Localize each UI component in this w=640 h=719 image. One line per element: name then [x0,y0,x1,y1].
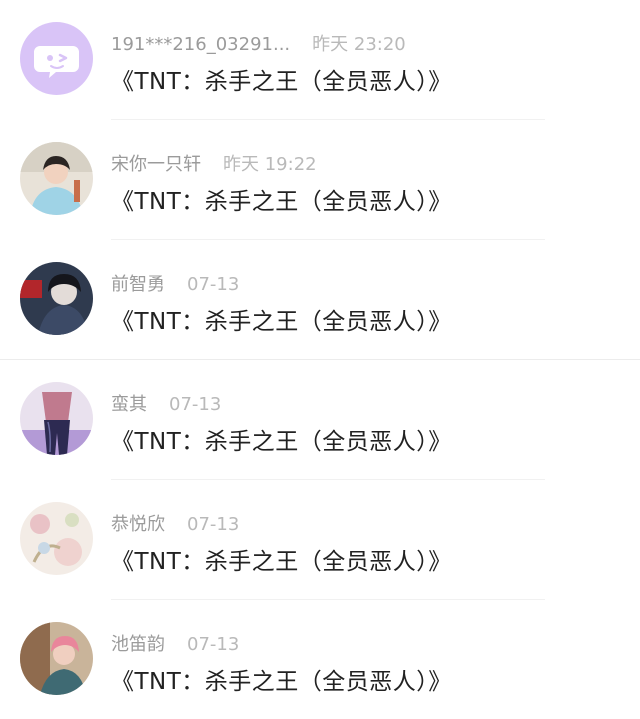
user-name[interactable]: 191***216_03291... [111,34,290,55]
timestamp: 07-13 [187,514,240,535]
avatar[interactable] [20,622,93,695]
message-text: 《TNT：杀手之王（全员恶人）》 [111,549,452,575]
avatar[interactable] [20,502,93,575]
list-item[interactable]: 宋你一只轩 昨天 19:22 《TNT：杀手之王（全员恶人）》 [0,120,640,240]
user-name[interactable]: 蛮其 [111,394,147,415]
timestamp: 07-13 [187,274,240,295]
avatar[interactable] [20,22,93,95]
user-photo [20,502,93,575]
message-text: 《TNT：杀手之王（全员恶人）》 [111,189,452,215]
user-photo [20,382,93,455]
timestamp: 昨天 23:20 [312,34,406,55]
comment-list: 191***216_03291... 昨天 23:20 《TNT：杀手之王（全员恶… [0,0,640,719]
list-item[interactable]: 前智勇 07-13 《TNT：杀手之王（全员恶人）》 [0,240,640,360]
user-name[interactable]: 恭悦欣 [111,514,165,535]
timestamp: 07-13 [169,394,222,415]
list-item[interactable]: 恭悦欣 07-13 《TNT：杀手之王（全员恶人）》 [0,480,640,600]
message-text: 《TNT：杀手之王（全员恶人）》 [111,429,452,455]
user-name[interactable]: 池笛韵 [111,634,165,655]
message-text: 《TNT：杀手之王（全员恶人）》 [111,669,452,695]
chat-bubble-wink-icon [20,22,93,95]
message-text: 《TNT：杀手之王（全员恶人）》 [111,69,452,95]
user-photo [20,142,93,215]
user-name[interactable]: 宋你一只轩 [111,154,201,175]
user-photo [20,262,93,335]
avatar[interactable] [20,262,93,335]
list-item[interactable]: 池笛韵 07-13 《TNT：杀手之王（全员恶人）》 [0,600,640,719]
user-photo [20,622,93,695]
avatar[interactable] [20,142,93,215]
user-name[interactable]: 前智勇 [111,274,165,295]
list-item[interactable]: 191***216_03291... 昨天 23:20 《TNT：杀手之王（全员恶… [0,0,640,120]
timestamp: 07-13 [187,634,240,655]
timestamp: 昨天 19:22 [223,154,317,175]
list-item[interactable]: 蛮其 07-13 《TNT：杀手之王（全员恶人）》 [0,360,640,480]
message-text: 《TNT：杀手之王（全员恶人）》 [111,309,452,335]
avatar[interactable] [20,382,93,455]
